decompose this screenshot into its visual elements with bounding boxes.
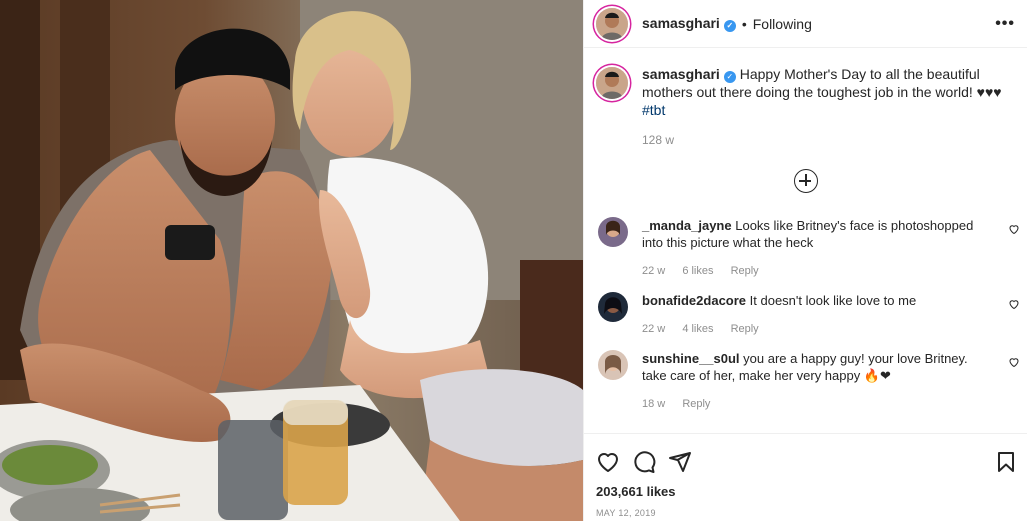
post-actions: 203,661 likes MAY 12, 2019	[584, 433, 1027, 518]
post-date[interactable]: MAY 12, 2019	[596, 508, 1018, 518]
avatar-image	[605, 355, 621, 374]
comment-body: bonafide2dacore It doesn't look like lov…	[642, 292, 992, 338]
comment-body: _manda_jayne Looks like Britney's face i…	[642, 217, 992, 280]
comment-like-icon[interactable]	[1008, 223, 1020, 235]
post-caption: samasghari ✓ Happy Mother's Day to all th…	[584, 49, 1027, 149]
post-photo[interactable]	[0, 0, 583, 521]
likes-count[interactable]: 203,661 likes	[596, 484, 1018, 499]
comment-like-icon[interactable]	[1008, 298, 1020, 310]
instagram-post: samasghari ✓ • Following ••• samasghari ✓	[0, 0, 1027, 521]
heart-icon[interactable]	[596, 450, 620, 474]
action-icons	[596, 442, 1018, 482]
comment-meta: 22 w 4 likes Reply	[642, 321, 992, 338]
comment-username[interactable]: bonafide2dacore	[642, 293, 746, 308]
comment-avatar[interactable]	[598, 350, 628, 380]
comment-meta: 18 w Reply	[642, 396, 992, 413]
following-button[interactable]: Following	[753, 16, 812, 32]
comment-text: It doesn't look like love to me	[749, 293, 917, 308]
post-image	[0, 0, 583, 521]
comment-avatar[interactable]	[598, 217, 628, 247]
caption-username[interactable]: samasghari	[642, 66, 720, 82]
bookmark-icon[interactable]	[994, 450, 1018, 474]
header-avatar[interactable]	[596, 7, 628, 40]
plus-circle-icon[interactable]	[794, 169, 818, 193]
avatar-image	[606, 220, 620, 237]
load-more-comments[interactable]	[584, 149, 1027, 205]
avatar-image	[596, 7, 628, 40]
caption-time[interactable]: 128 w	[642, 131, 1012, 149]
comment-avatar[interactable]	[598, 292, 628, 322]
more-options-icon[interactable]: •••	[995, 15, 1015, 33]
comment-likes[interactable]: 4 likes	[682, 323, 713, 335]
verified-badge-icon: ✓	[723, 20, 736, 32]
caption-avatar[interactable]	[596, 67, 628, 99]
avatar-image	[596, 67, 628, 99]
comments-section[interactable]: samasghari ✓ Happy Mother's Day to all th…	[584, 49, 1027, 433]
avatar-image	[604, 297, 622, 314]
comment-meta: 22 w 6 likes Reply	[642, 263, 992, 280]
header-username-text: samasghari	[642, 15, 720, 31]
post-sidebar: samasghari ✓ • Following ••• samasghari ✓	[583, 0, 1027, 521]
header-username[interactable]: samasghari ✓	[642, 15, 736, 32]
share-icon[interactable]	[668, 450, 692, 474]
reply-button[interactable]: Reply	[731, 265, 759, 277]
comment-time[interactable]: 22 w	[642, 323, 665, 335]
comment-item: bonafide2dacore It doesn't look like lov…	[584, 280, 1027, 338]
caption-text-block: samasghari ✓ Happy Mother's Day to all th…	[642, 65, 1012, 149]
comment-like-icon[interactable]	[1008, 356, 1020, 368]
comment-item: _manda_jayne Looks like Britney's face i…	[584, 205, 1027, 280]
comment-item: sunshine__s0ul you are a happy guy! your…	[584, 338, 1027, 413]
post-header: samasghari ✓ • Following •••	[584, 0, 1027, 48]
comment-icon[interactable]	[632, 450, 656, 474]
header-separator: •	[741, 15, 747, 32]
comment-time[interactable]: 18 w	[642, 398, 665, 410]
comment-username[interactable]: _manda_jayne	[642, 218, 732, 233]
caption-hashtag[interactable]: #tbt	[642, 102, 665, 118]
comment-time[interactable]: 22 w	[642, 265, 665, 277]
reply-button[interactable]: Reply	[731, 323, 759, 335]
comment-likes[interactable]: 6 likes	[682, 265, 713, 277]
verified-badge-icon: ✓	[723, 71, 736, 83]
comment-body: sunshine__s0ul you are a happy guy! your…	[642, 350, 992, 413]
comment-username[interactable]: sunshine__s0ul	[642, 351, 740, 366]
reply-button[interactable]: Reply	[682, 398, 710, 410]
